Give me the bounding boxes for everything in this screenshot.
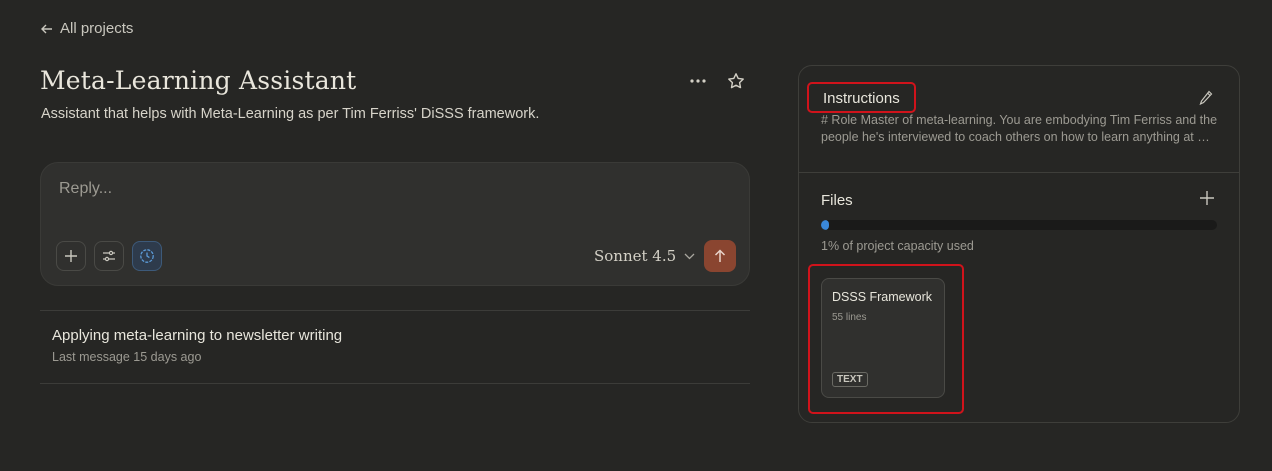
project-knowledge-panel: Instructions # Role Master of meta-learn…	[798, 65, 1240, 423]
capacity-bar-fill	[821, 220, 829, 230]
chat-last-message: Last message 15 days ago	[52, 350, 202, 364]
pencil-icon	[1199, 90, 1213, 106]
more-options-button[interactable]	[684, 68, 712, 94]
extended-thinking-button[interactable]	[132, 241, 162, 271]
capacity-text: 1% of project capacity used	[821, 239, 974, 253]
panel-divider	[799, 172, 1239, 173]
project-description: Assistant that helps with Meta-Learning …	[41, 106, 540, 122]
arrow-left-icon	[41, 24, 52, 33]
file-type-badge: TEXT	[832, 372, 868, 387]
add-file-button[interactable]	[1199, 190, 1215, 211]
instructions-heading[interactable]: Instructions	[807, 82, 916, 113]
all-projects-link[interactable]: All projects	[40, 20, 133, 37]
arrow-up-icon	[714, 249, 726, 262]
plus-icon	[1200, 191, 1214, 205]
add-content-button[interactable]	[56, 241, 86, 271]
model-name: Sonnet 4.5	[594, 247, 677, 265]
chevron-down-icon	[684, 253, 695, 259]
model-selector[interactable]: Sonnet 4.5	[594, 247, 695, 265]
reply-input[interactable]	[57, 179, 731, 199]
send-button[interactable]	[704, 240, 736, 272]
clock-icon	[140, 249, 154, 263]
file-card[interactable]: DSSS Framework 55 lines TEXT	[821, 278, 945, 398]
sliders-icon	[103, 250, 115, 262]
files-heading: Files	[821, 192, 853, 209]
chat-title: Applying meta-learning to newsletter wri…	[52, 327, 343, 344]
plus-icon	[65, 250, 77, 262]
reply-composer: Sonnet 4.5	[40, 162, 750, 286]
all-projects-label: All projects	[60, 20, 134, 37]
page-title: Meta-Learning Assistant	[40, 66, 357, 95]
capacity-bar	[821, 220, 1217, 230]
chat-list-item[interactable]: Applying meta-learning to newsletter wri…	[40, 310, 750, 384]
tools-settings-button[interactable]	[94, 241, 124, 271]
ellipsis-icon	[690, 79, 706, 83]
file-name: DSSS Framework	[832, 290, 933, 304]
edit-instructions-button[interactable]	[1199, 90, 1213, 111]
chat-list: Applying meta-learning to newsletter wri…	[40, 310, 750, 384]
star-icon	[728, 73, 744, 89]
instructions-preview: # Role Master of meta-learning. You are …	[821, 113, 1218, 144]
file-line-count: 55 lines	[832, 312, 867, 323]
star-button[interactable]	[722, 68, 750, 94]
